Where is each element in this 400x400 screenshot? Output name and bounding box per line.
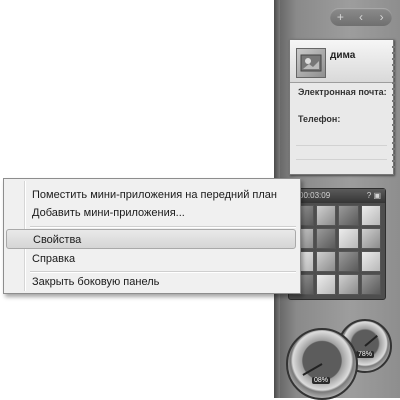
puzzle-tile[interactable] xyxy=(360,251,381,272)
cpu-dial: 08% xyxy=(286,328,358,400)
email-label: Электронная почта: xyxy=(298,87,387,97)
phone-label: Телефон: xyxy=(298,114,341,124)
menu-item-add-gadgets[interactable]: Добавить мини-приложения... xyxy=(6,203,296,223)
contact-gadget[interactable]: дима Электронная почта: Телефон: xyxy=(289,39,396,175)
next-page-icon[interactable]: › xyxy=(375,8,389,26)
contact-header: дима xyxy=(290,40,393,83)
puzzle-tile[interactable] xyxy=(360,228,381,249)
memory-value: 78% xyxy=(356,351,375,358)
puzzle-tile[interactable] xyxy=(338,205,359,226)
previous-page-icon[interactable]: ‹ xyxy=(354,8,368,26)
sidebar-controls: + ‹ › xyxy=(330,8,392,26)
puzzle-tile[interactable] xyxy=(315,274,336,295)
puzzle-tile[interactable] xyxy=(315,228,336,249)
menu-item-bring-to-front[interactable]: Поместить мини-приложения на передний пл… xyxy=(6,185,296,205)
contact-perforation xyxy=(392,46,396,168)
puzzle-tile[interactable] xyxy=(360,205,381,226)
puzzle-tile[interactable] xyxy=(338,274,359,295)
cpu-value: 08% xyxy=(312,377,331,384)
menu-item-close-sidebar[interactable]: Закрыть боковую панель xyxy=(6,272,296,292)
menu-separator xyxy=(30,226,296,228)
contact-photo-icon xyxy=(296,48,326,78)
puzzle-tile[interactable] xyxy=(338,228,359,249)
contact-lines xyxy=(296,132,387,166)
contact-name: дима xyxy=(330,50,356,61)
puzzle-help-icon[interactable]: ? ▣ xyxy=(367,189,381,203)
picture-puzzle-gadget[interactable]: 00:03:09 ? ▣ xyxy=(288,188,386,300)
puzzle-tile[interactable] xyxy=(315,251,336,272)
add-gadget-icon[interactable]: + xyxy=(333,8,347,26)
puzzle-tile[interactable] xyxy=(315,205,336,226)
puzzle-toolbar: 00:03:09 ? ▣ xyxy=(289,189,385,203)
puzzle-tile[interactable] xyxy=(360,274,381,295)
puzzle-timer: 00:03:09 xyxy=(299,191,331,200)
sidebar-context-menu: Поместить мини-приложения на передний пл… xyxy=(3,178,301,294)
puzzle-grid[interactable] xyxy=(293,205,381,295)
menu-item-help[interactable]: Справка xyxy=(6,249,296,269)
memory-needle xyxy=(364,334,378,347)
cpu-needle xyxy=(302,363,323,376)
puzzle-tile[interactable] xyxy=(338,251,359,272)
menu-item-properties[interactable]: Свойства xyxy=(6,229,296,249)
